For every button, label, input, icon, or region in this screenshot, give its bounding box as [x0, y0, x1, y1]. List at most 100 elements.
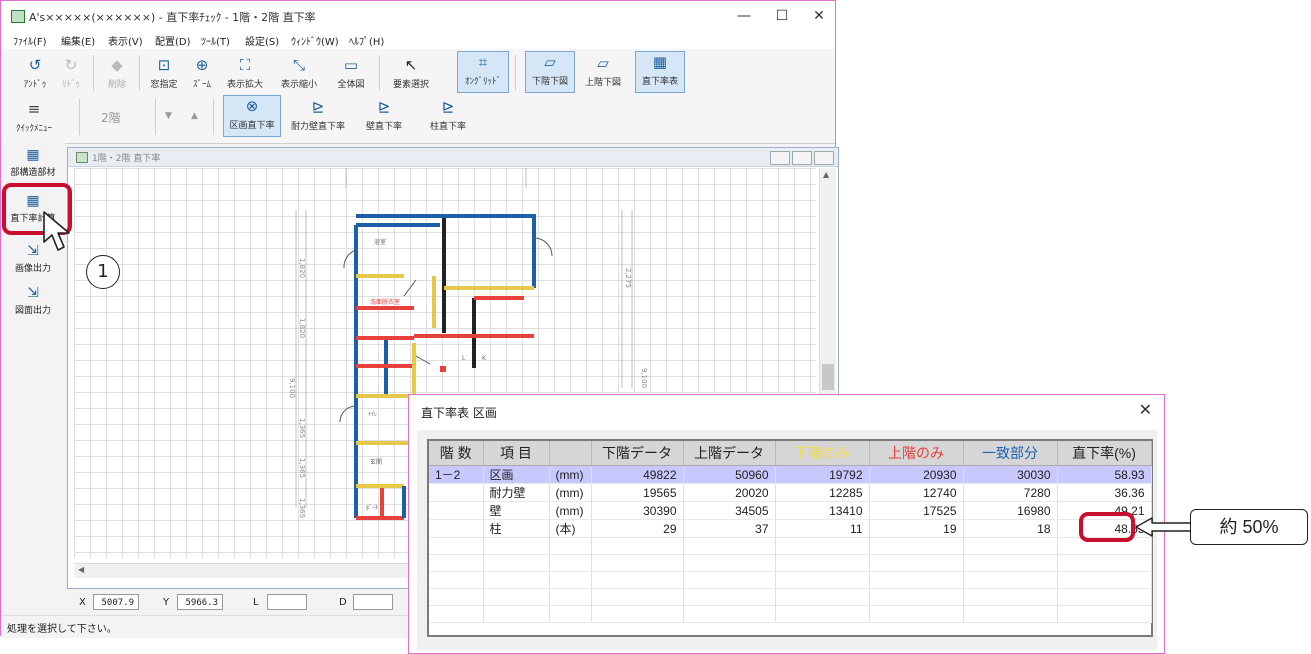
ratio-table: 階 数 項 目 下階データ 上階データ 下階のみ 上階のみ 一致部分 直下率(%…	[429, 441, 1152, 623]
window-zoom-icon: ⊡	[157, 56, 171, 74]
dim-label: 9,100	[640, 368, 648, 388]
eraser-icon: ◆	[111, 56, 123, 74]
app-icon	[11, 10, 25, 23]
dim-label: 1,365	[298, 418, 306, 438]
select-element-button[interactable]: ↖ 要素選択	[387, 55, 435, 90]
redo-button[interactable]: ↻ ﾘﾄﾞｩ	[55, 55, 87, 90]
bearing-wall-icon: ⊵	[311, 98, 325, 116]
col-header-ratio[interactable]: 直下率(%)	[1057, 441, 1152, 466]
room-label: K	[482, 355, 487, 362]
undo-button[interactable]: ↺ ｱﾝﾄﾞｩ	[19, 55, 51, 90]
table-row[interactable]: 壁 (mm) 30390 34505 13410 17525 16980 49.…	[429, 501, 1152, 520]
section-icon: ⊗	[245, 97, 259, 115]
col-header-lower-only[interactable]: 下階のみ	[775, 441, 870, 466]
col-header-unit[interactable]	[549, 441, 592, 466]
child-restore-button[interactable]	[792, 151, 812, 165]
delete-button[interactable]: ◆ 削除	[101, 55, 133, 90]
dialog-close-button[interactable]: ✕	[1139, 400, 1152, 419]
drawing-export-icon: ⇲	[27, 285, 39, 301]
minimize-button[interactable]: —	[729, 5, 759, 27]
tab-column-ratio[interactable]: ⊵ 柱直下率	[423, 97, 473, 132]
window-title: A's×××××(××××××) - 直下率ﾁｪｯｸ - 1階・2階 直下率	[29, 11, 316, 24]
dialog-title: 直下率表 区画	[421, 406, 497, 420]
quick-menu-button[interactable]: ≡ ｸｲｯｸﾒﾆｭｰ	[11, 99, 57, 134]
table-row[interactable]: 1－2 区画 (mm) 49822 50960 19792 20930 3003…	[429, 465, 1152, 484]
menu-settings[interactable]: 設定(S)	[245, 33, 279, 48]
image-export-icon: ⇲	[27, 243, 39, 259]
d-label: D	[339, 597, 347, 608]
room-label: 洗面脱衣室	[370, 298, 400, 306]
lower-floor-icon: ▱	[544, 53, 556, 71]
menu-help[interactable]: ﾍﾙﾌﾟ(H)	[349, 33, 384, 48]
ratio-table-frame: 階 数 項 目 下階データ 上階データ 下階のみ 上階のみ 一致部分 直下率(%…	[427, 439, 1153, 637]
room-label: ﾄｲﾚ	[368, 411, 377, 418]
x-coordinate-field[interactable]: 5007.9	[93, 594, 139, 610]
upper-floor-underlay-button[interactable]: ▱ 上階下図	[579, 53, 627, 88]
dim-label: 1,820	[298, 258, 306, 278]
floor-down-button[interactable]: ▼	[165, 111, 172, 121]
direction-field[interactable]	[353, 594, 393, 610]
table-row[interactable]: 耐力壁 (mm) 19565 20020 12285 12740 7280 36…	[429, 483, 1152, 502]
lower-floor-underlay-button[interactable]: ▱ 下階下図	[525, 51, 575, 93]
scroll-up-icon[interactable]: ▲	[823, 170, 829, 179]
menu-view[interactable]: 表示(V)	[108, 33, 143, 48]
dim-label: 1,365	[298, 458, 306, 478]
on-grid-button[interactable]: ⌗ ｵﾝｸﾞﾘｯﾄﾞ	[457, 51, 509, 93]
col-header-item[interactable]: 項 目	[483, 441, 550, 466]
maximize-button[interactable]: ☐	[767, 5, 797, 27]
length-field[interactable]	[267, 594, 307, 610]
highlight-frame-ratio	[1079, 512, 1135, 542]
menu-edit[interactable]: 編集(E)	[61, 33, 95, 48]
window-fit-button[interactable]: ⊡ 窓指定	[146, 55, 182, 90]
zoom-in-button[interactable]: ⛶ 表示拡大	[223, 55, 267, 90]
room-label: 浴室	[374, 238, 386, 246]
zoom-out-button[interactable]: ⤡ 表示縮小	[277, 55, 321, 90]
approx-fifty-percent-callout: 約 50%	[1190, 509, 1308, 545]
floor-up-button[interactable]: ▲	[191, 111, 198, 121]
sidebar-item-parts[interactable]: ▦ 部構造部材	[5, 147, 61, 178]
menu-tool[interactable]: ﾂｰﾙ(T)	[201, 33, 230, 48]
room-label: ﾎﾟｰﾁ	[366, 505, 378, 512]
col-header-upper-data[interactable]: 上階データ	[683, 441, 776, 466]
col-header-upper-only[interactable]: 上階のみ	[869, 441, 964, 466]
drawing-window-titlebar: 1階・2階 直下率	[68, 148, 838, 167]
child-close-button[interactable]	[814, 151, 834, 165]
status-text: 処理を選択して下さい。	[7, 624, 117, 635]
table-header-row: 階 数 項 目 下階データ 上階データ 下階のみ 上階のみ 一致部分 直下率(%…	[429, 441, 1152, 466]
expand-icon: ⛶	[239, 56, 251, 74]
redo-icon: ↻	[64, 56, 78, 74]
direct-ratio-table-button[interactable]: ▦ 直下率表	[635, 51, 685, 93]
y-label: Y	[163, 597, 170, 608]
zoom-icon: ⊕	[195, 56, 209, 74]
tab-section-ratio[interactable]: ⊗ 区画直下率	[223, 95, 281, 137]
col-header-floor[interactable]: 階 数	[429, 441, 484, 466]
wall-icon: ⊵	[377, 98, 391, 116]
col-header-lower-data[interactable]: 下階データ	[591, 441, 684, 466]
vertical-scroll-thumb[interactable]	[822, 364, 834, 390]
y-coordinate-field[interactable]: 5966.3	[177, 594, 223, 610]
child-window-icon	[76, 152, 88, 163]
child-minimize-button[interactable]	[770, 151, 790, 165]
dim-label: 1,365	[298, 498, 306, 518]
menu-window[interactable]: ｳｨﾝﾄﾞｳ(W)	[291, 33, 339, 48]
table-row	[429, 588, 1152, 606]
pointer-icon: ↖	[404, 56, 418, 74]
tab-wall-ratio[interactable]: ⊵ 壁直下率	[359, 97, 409, 132]
sidebar-item-drawing-output[interactable]: ⇲ 図面出力	[5, 285, 61, 316]
undo-icon: ↺	[28, 56, 42, 74]
zoom-button[interactable]: ⊕ ｽﾞｰﾑ	[186, 55, 218, 90]
close-button[interactable]: ✕	[804, 5, 834, 27]
title-bar: A's×××××(××××××) - 直下率ﾁｪｯｸ - 1階・2階 直下率 —…	[1, 1, 835, 31]
menu-place[interactable]: 配置(D)	[155, 33, 191, 48]
scroll-left-icon[interactable]: ◀	[78, 565, 84, 574]
room-label: 玄関	[370, 458, 382, 466]
table-row[interactable]: 柱 (本) 29 37 11 19 18 48.65	[429, 519, 1152, 538]
toolbar: ↺ ｱﾝﾄﾞｩ ↻ ﾘﾄﾞｩ ◆ 削除 ⊡ 窓指定 ⊕ ｽﾞｰﾑ ⛶ 表示拡大 ⤡ 表示縮小 …	[1, 49, 835, 144]
structure-parts-icon: ▦	[26, 147, 40, 163]
tab-bearing-wall-ratio[interactable]: ⊵ 耐力壁直下率	[287, 97, 349, 132]
menu-file[interactable]: ﾌｧｲﾙ(F)	[13, 33, 47, 48]
callout-arrow-icon	[1135, 517, 1193, 537]
whole-view-button[interactable]: ▭ 全体図	[331, 55, 371, 90]
upper-floor-icon: ▱	[597, 54, 609, 72]
col-header-match[interactable]: 一致部分	[963, 441, 1058, 466]
